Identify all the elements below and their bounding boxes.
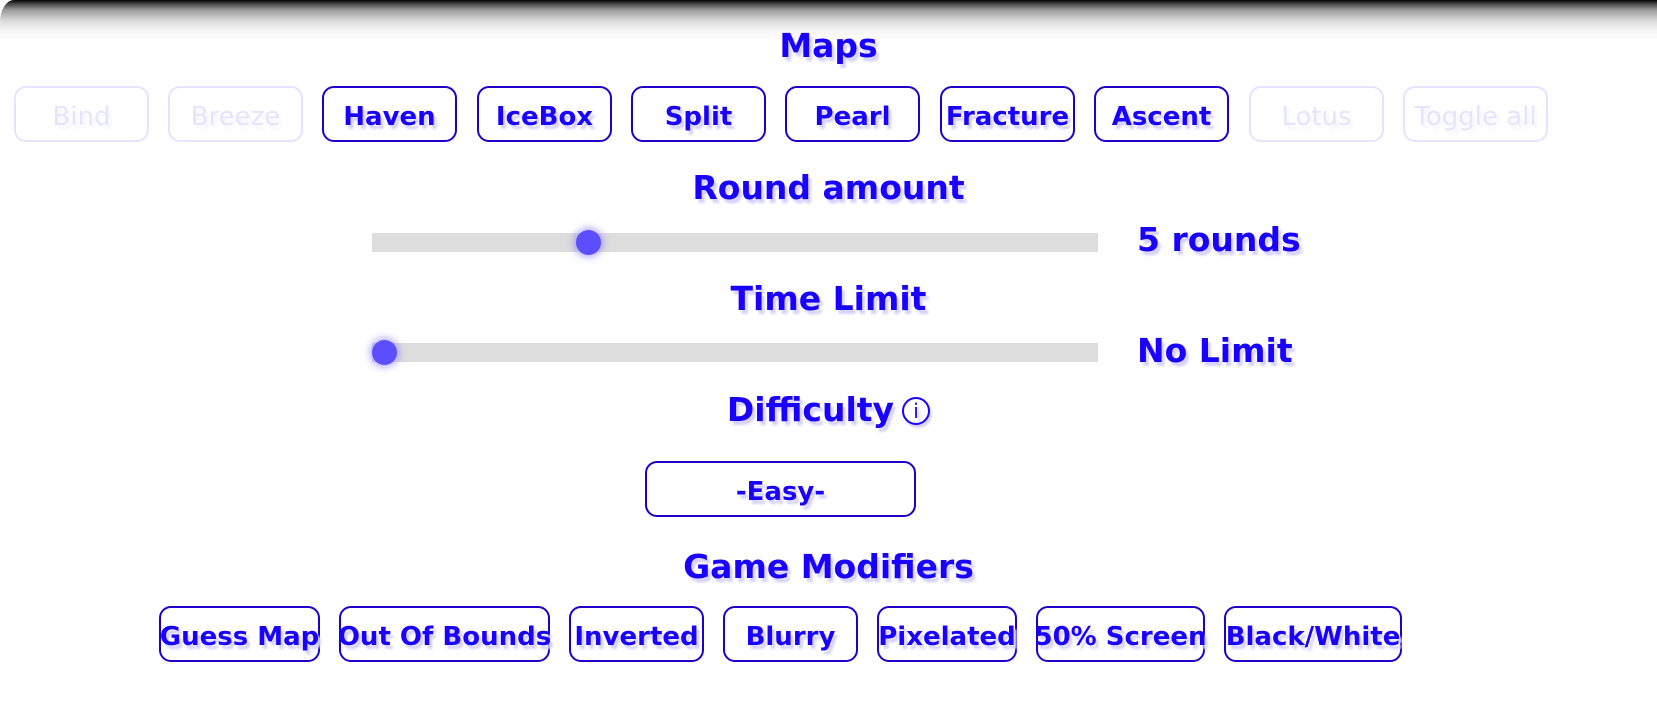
map-button-lotus[interactable]: Lotus xyxy=(1249,86,1384,142)
round-amount-heading: Round amount xyxy=(692,168,965,207)
difficulty-value: -Easy- xyxy=(735,477,826,507)
difficulty-heading: Difficulty i xyxy=(0,390,1657,430)
map-button-breeze[interactable]: Breeze xyxy=(168,86,303,142)
toggle-all-label: Toggle all xyxy=(1414,102,1537,132)
info-icon[interactable]: i xyxy=(902,397,931,425)
round-amount-value: 5 rounds xyxy=(1137,220,1301,259)
round-amount-slider[interactable] xyxy=(372,230,1098,255)
time-limit-slider-thumb[interactable] xyxy=(372,340,397,365)
modifier-button-black-white[interactable]: Black/White xyxy=(1224,606,1402,662)
map-button-label: Pearl xyxy=(814,102,891,132)
map-button-label: Fracture xyxy=(945,102,1070,132)
modifier-label: Blurry xyxy=(745,622,836,652)
map-button-haven[interactable]: Haven xyxy=(322,86,457,142)
modifier-button-blurry[interactable]: Blurry xyxy=(723,606,858,662)
modifier-label: Out Of Bounds xyxy=(337,622,552,652)
time-limit-slider[interactable] xyxy=(372,340,1098,365)
toggle-all-button[interactable]: Toggle all xyxy=(1403,86,1548,142)
modifier-button-50-screen[interactable]: 50% Screen xyxy=(1034,606,1207,662)
map-button-label: Ascent xyxy=(1111,102,1212,132)
maps-heading: Maps xyxy=(779,26,878,65)
time-limit-heading: Time Limit xyxy=(730,279,927,318)
modifier-button-pixelated[interactable]: Pixelated xyxy=(877,606,1017,662)
map-button-split[interactable]: Split xyxy=(631,86,766,142)
map-button-ascent[interactable]: Ascent xyxy=(1094,86,1229,142)
modifier-button-guess-map[interactable]: Guess Map xyxy=(159,606,320,662)
map-button-icebox[interactable]: IceBox xyxy=(477,86,612,142)
round-amount-slider-thumb[interactable] xyxy=(575,230,601,255)
game-modifiers-heading: Game Modifiers xyxy=(683,547,974,586)
difficulty-button[interactable]: -Easy- xyxy=(645,461,916,517)
time-limit-value: No Limit xyxy=(1137,331,1293,370)
modifier-label: Inverted xyxy=(574,622,699,652)
modifier-label: 50% Screen xyxy=(1034,622,1207,652)
modifier-button-out-of-bounds[interactable]: Out Of Bounds xyxy=(337,606,552,662)
map-button-label: IceBox xyxy=(495,102,594,132)
modifier-label: Pixelated xyxy=(878,622,1016,652)
map-button-bind[interactable]: Bind xyxy=(14,86,149,142)
modifier-label: Black/White xyxy=(1225,622,1401,652)
map-button-fracture[interactable]: Fracture xyxy=(940,86,1075,142)
map-button-label: Bind xyxy=(52,102,111,132)
map-button-label: Lotus xyxy=(1281,102,1352,132)
map-button-label: Breeze xyxy=(190,102,281,132)
map-button-pearl[interactable]: Pearl xyxy=(785,86,920,142)
difficulty-title: Difficulty xyxy=(726,390,895,429)
map-button-label: Split xyxy=(664,102,733,132)
map-button-label: Haven xyxy=(343,102,436,132)
modifier-button-inverted[interactable]: Inverted xyxy=(569,606,704,662)
game-settings-page: Maps Bind Breeze Haven IceBox Split Pear… xyxy=(0,0,1657,723)
modifier-label: Guess Map xyxy=(159,622,320,652)
